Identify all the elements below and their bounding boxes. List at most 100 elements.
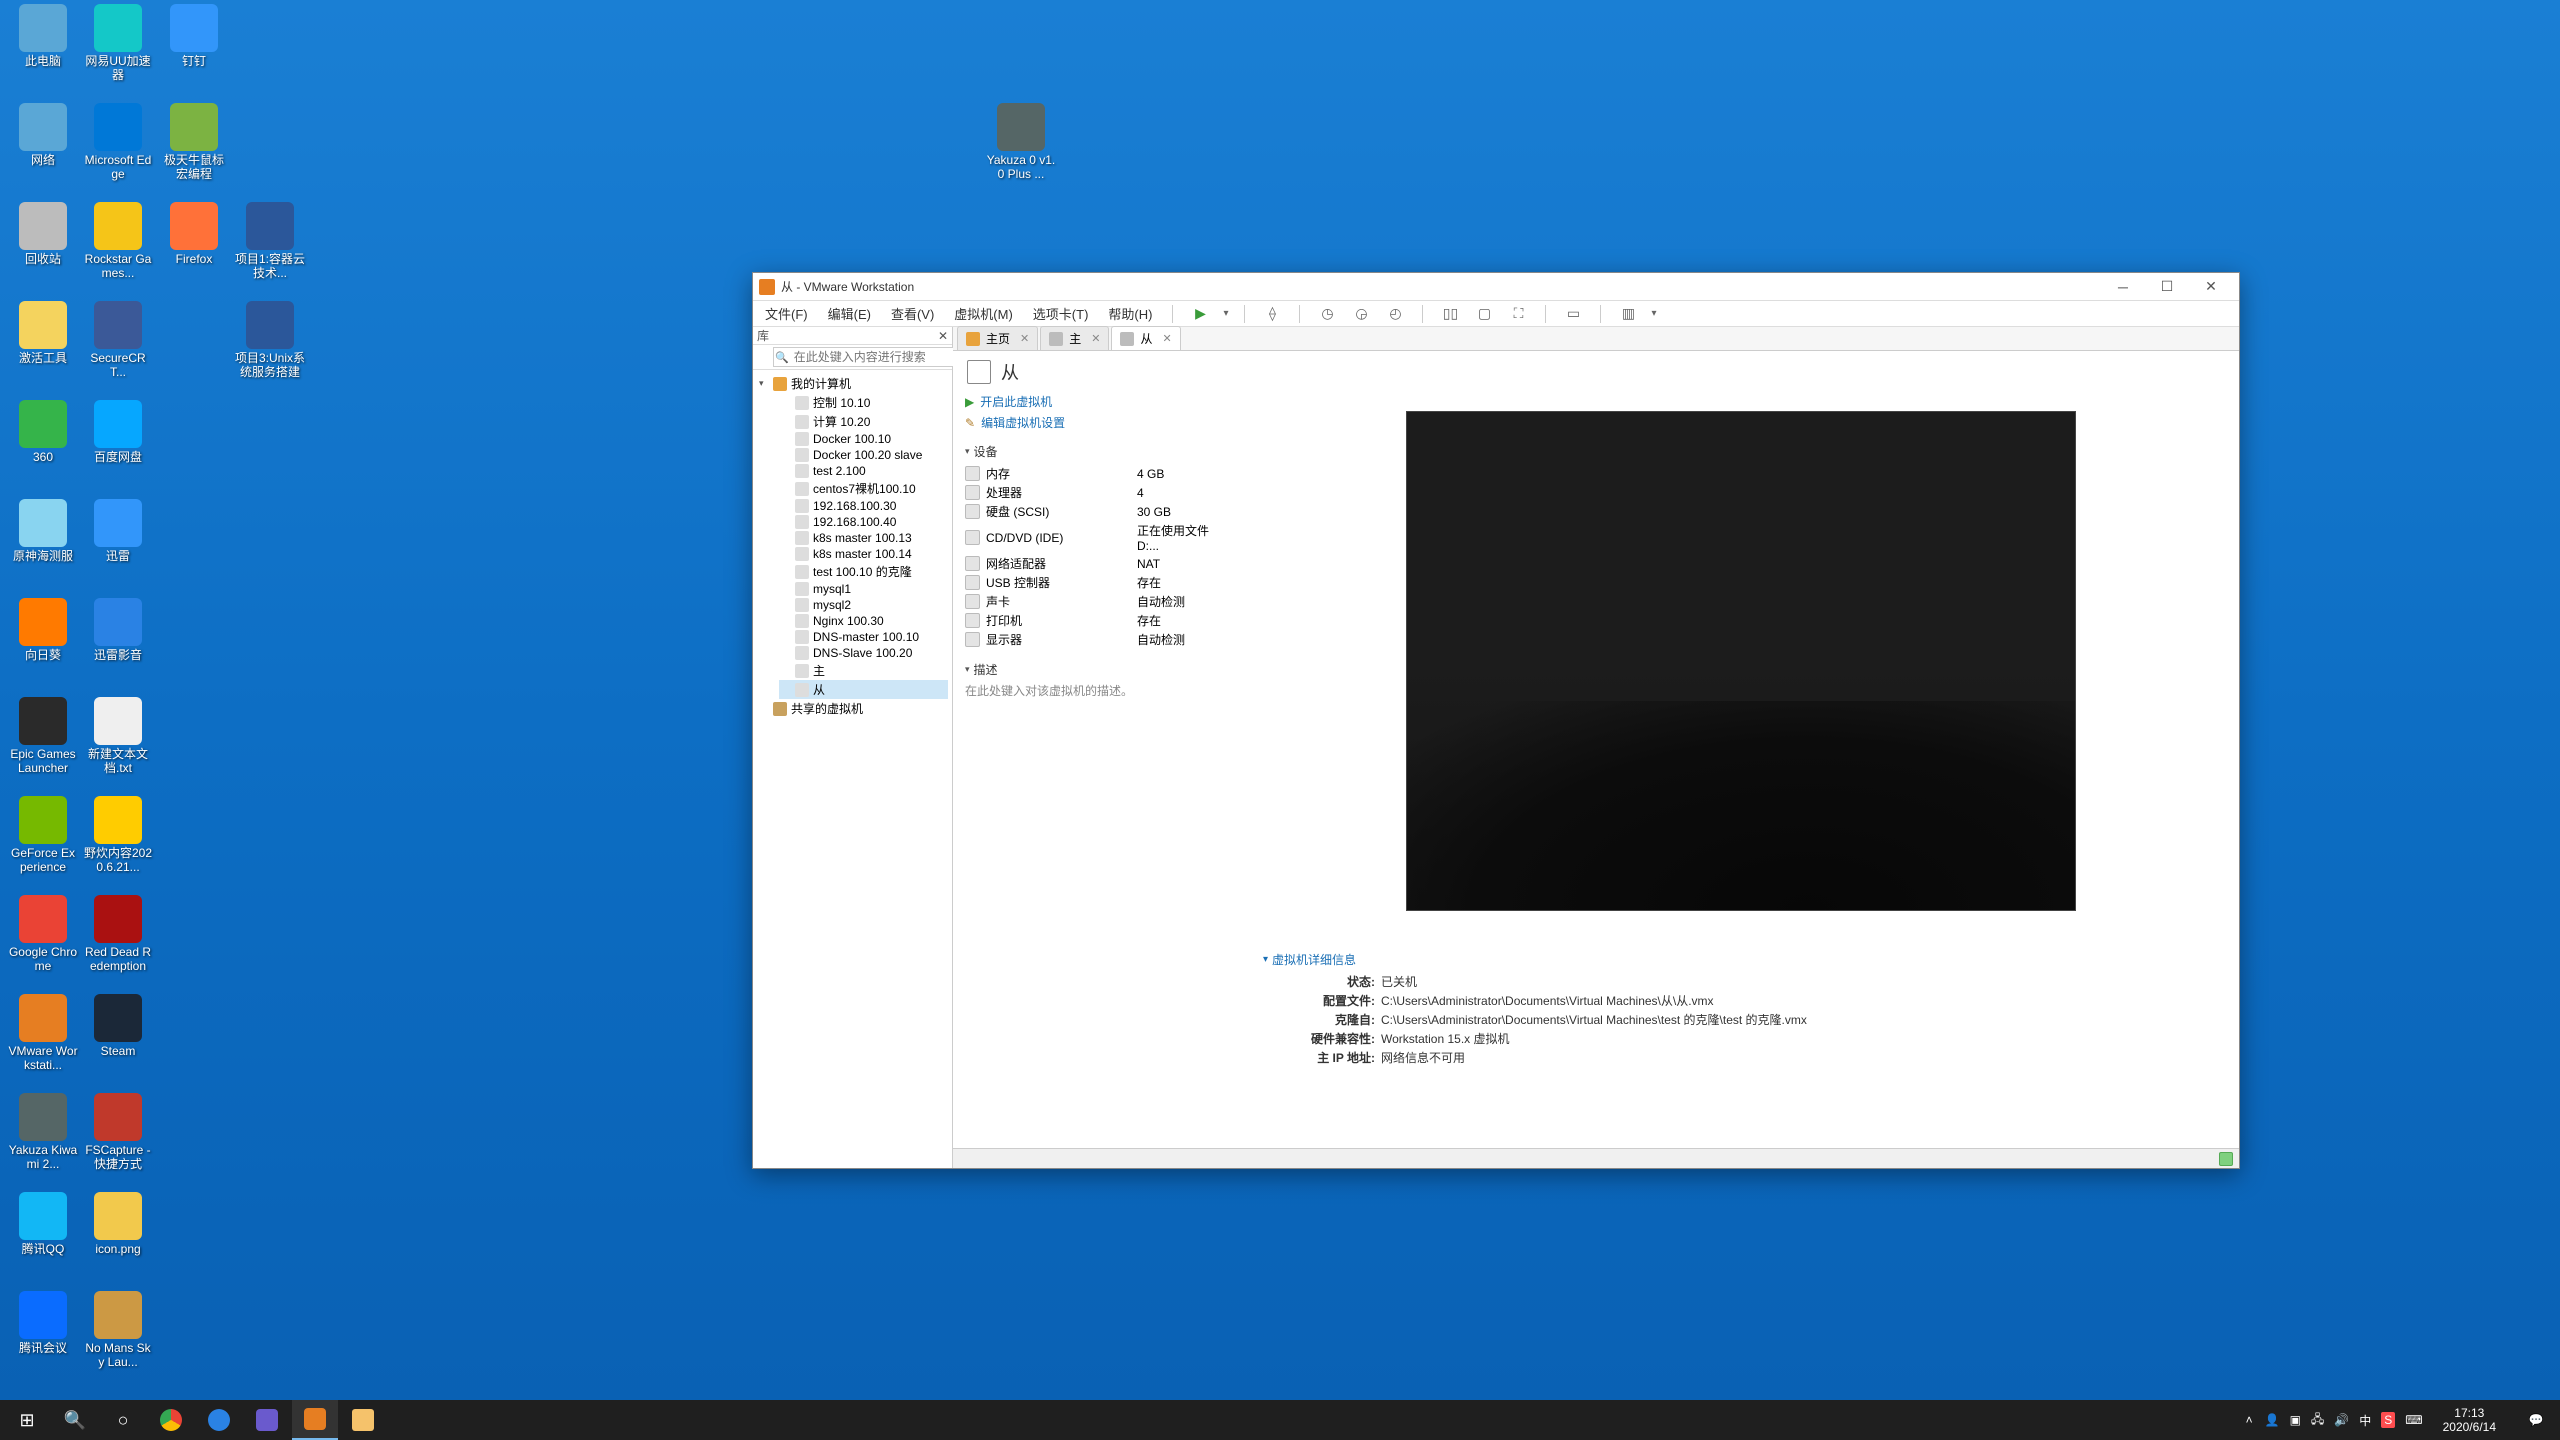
desktop-icon[interactable]: Yakuza 0 v1.0 Plus ... [986,103,1056,181]
library-close-icon[interactable]: ✕ [938,329,948,343]
taskbar-search-button[interactable]: 🔍 [52,1400,98,1440]
desktop-icon[interactable]: 迅雷影音 [83,598,153,662]
tree-vm-item[interactable]: mysql2 [779,597,948,613]
close-button[interactable]: ✕ [2189,274,2233,300]
taskbar-chrome[interactable] [148,1400,194,1440]
toolbar-view2-icon[interactable]: ▢ [1473,303,1495,325]
description-placeholder[interactable]: 在此处键入对该虚拟机的描述。 [965,682,1231,699]
desktop-icon[interactable]: 极天牛鼠标宏编程 [159,103,229,181]
cortana-button[interactable]: ○ [100,1400,146,1440]
tree-vm-item[interactable]: test 2.100 [779,463,948,479]
description-section-head[interactable]: ▾描述 [965,661,1231,678]
desktop-icon[interactable]: Google Chrome [8,895,78,973]
desktop-icon[interactable]: icon.png [83,1192,153,1256]
tray-security-icon[interactable]: ▣ [2290,1413,2301,1427]
desktop-icon[interactable]: 野炊内容2020.6.21... [83,796,153,874]
tray-network-icon[interactable]: 🖧 [2311,1410,2324,1431]
device-row[interactable]: 显示器自动检测 [965,630,1231,649]
tree-vm-item[interactable]: DNS-master 100.10 [779,629,948,645]
desktop-icon[interactable]: 迅雷 [83,499,153,563]
device-row[interactable]: USB 控制器存在 [965,573,1231,592]
desktop-icon[interactable]: Yakuza Kiwami 2... [8,1093,78,1171]
menu-file[interactable]: 文件(F) [761,302,812,325]
desktop-icon[interactable]: 回收站 [8,202,78,266]
tree-vm-item[interactable]: 192.168.100.30 [779,498,948,514]
desktop-icon[interactable]: 360 [8,400,78,464]
edit-settings-link[interactable]: ✎ 编辑虚拟机设置 [965,414,1231,431]
taskbar-explorer[interactable] [340,1400,386,1440]
tree-vm-item[interactable]: 192.168.100.40 [779,514,948,530]
desktop-icon[interactable]: 向日葵 [8,598,78,662]
toolbar-library-icon[interactable]: ▥ [1617,303,1639,325]
toolbar-view1-icon[interactable]: ▯▯ [1439,303,1461,325]
desktop-icon[interactable]: SecureCRT... [83,301,153,379]
taskbar-app2[interactable] [244,1400,290,1440]
menu-tabs[interactable]: 选项卡(T) [1029,302,1093,325]
tray-people-icon[interactable]: 👤 [2265,1413,2280,1427]
tray-volume-icon[interactable]: 🔊 [2334,1413,2349,1427]
tab-close-icon[interactable]: ✕ [1091,332,1100,345]
desktop-icon[interactable]: VMware Workstati... [8,994,78,1072]
menu-view[interactable]: 查看(V) [887,302,938,325]
desktop-icon[interactable]: FSCapture - 快捷方式 [83,1093,153,1171]
desktop-icon[interactable]: No Mans Sky Lau... [83,1291,153,1369]
tray-sogou-icon[interactable]: S [2381,1412,2395,1428]
desktop-icon[interactable]: 网易UU加速器 [83,4,153,82]
desktop-icon[interactable]: Rockstar Games... [83,202,153,280]
desktop-icon[interactable]: GeForce Experience [8,796,78,874]
tree-vm-item[interactable]: Nginx 100.30 [779,613,948,629]
desktop-icon[interactable]: Epic Games Launcher [8,697,78,775]
tab[interactable]: 主✕ [1040,326,1109,350]
desktop-icon[interactable]: 腾讯QQ [8,1192,78,1256]
device-row[interactable]: 声卡自动检测 [965,592,1231,611]
tree-vm-item[interactable]: mysql1 [779,581,948,597]
vm-details-head[interactable]: ▾ 虚拟机详细信息 [1263,951,2219,968]
device-row[interactable]: CD/DVD (IDE)正在使用文件 D:... [965,521,1231,554]
tray-keyboard-icon[interactable]: ⌨ [2405,1413,2422,1427]
menu-edit[interactable]: 编辑(E) [824,302,875,325]
titlebar[interactable]: 从 - VMware Workstation ─ ☐ ✕ [753,273,2239,301]
desktop-icon[interactable]: 激活工具 [8,301,78,365]
vm-screenshot-thumbnail[interactable] [1406,411,2076,911]
desktop-icon[interactable]: 网络 [8,103,78,167]
tree-vm-item[interactable]: centos7裸机100.10 [779,479,948,498]
tree-root-mycomputer[interactable]: ▾ 我的计算机 [757,374,948,393]
tray-ime-icon[interactable]: 中 [2359,1412,2371,1429]
toolbar-fullscreen-icon[interactable]: ⛶ [1507,303,1529,325]
tab[interactable]: 主页✕ [957,326,1038,350]
maximize-button[interactable]: ☐ [2145,274,2189,300]
device-row[interactable]: 网络适配器NAT [965,554,1231,573]
tree-shared-vms[interactable]: 共享的虚拟机 [757,699,948,718]
tree-vm-item[interactable]: 主 [779,661,948,680]
power-on-link[interactable]: ▶ 开启此虚拟机 [965,393,1231,410]
tree-vm-item[interactable]: 控制 10.10 [779,393,948,412]
desktop-icon[interactable]: Red Dead Redemption [83,895,153,973]
power-on-button[interactable]: ▶ [1189,303,1211,325]
desktop-icon[interactable]: 项目3:Unix系统服务搭建 [235,301,305,379]
taskbar-app1[interactable] [196,1400,242,1440]
menu-help[interactable]: 帮助(H) [1104,302,1156,325]
tray-chevron-icon[interactable]: ˄ [2246,1413,2253,1427]
tree-vm-item[interactable]: 从 [779,680,948,699]
desktop-icon[interactable]: Microsoft Edge [83,103,153,181]
desktop-icon[interactable]: 腾讯会议 [8,1291,78,1355]
device-row[interactable]: 打印机存在 [965,611,1231,630]
desktop-icon[interactable]: 新建文本文档.txt [83,697,153,775]
notification-button[interactable]: 💬 [2516,1413,2556,1427]
status-indicator-icon[interactable] [2219,1152,2233,1166]
minimize-button[interactable]: ─ [2101,274,2145,300]
tree-vm-item[interactable]: test 100.10 的克隆 [779,562,948,581]
desktop-icon[interactable]: 此电脑 [8,4,78,68]
tab-close-icon[interactable]: ✕ [1162,332,1171,345]
devices-section-head[interactable]: ▾设备 [965,443,1231,460]
tree-vm-item[interactable]: k8s master 100.13 [779,530,948,546]
start-button[interactable]: ⊞ [4,1400,50,1440]
desktop-icon[interactable]: 项目1:容器云技术... [235,202,305,280]
toolbar-icon[interactable]: ⟠ [1261,303,1283,325]
menu-vm[interactable]: 虚拟机(M) [950,302,1017,325]
desktop-icon[interactable]: Firefox [159,202,229,266]
tree-vm-item[interactable]: Docker 100.10 [779,431,948,447]
device-row[interactable]: 内存4 GB [965,464,1231,483]
desktop-icon[interactable]: 百度网盘 [83,400,153,464]
desktop-icon[interactable]: 原神海测服 [8,499,78,563]
